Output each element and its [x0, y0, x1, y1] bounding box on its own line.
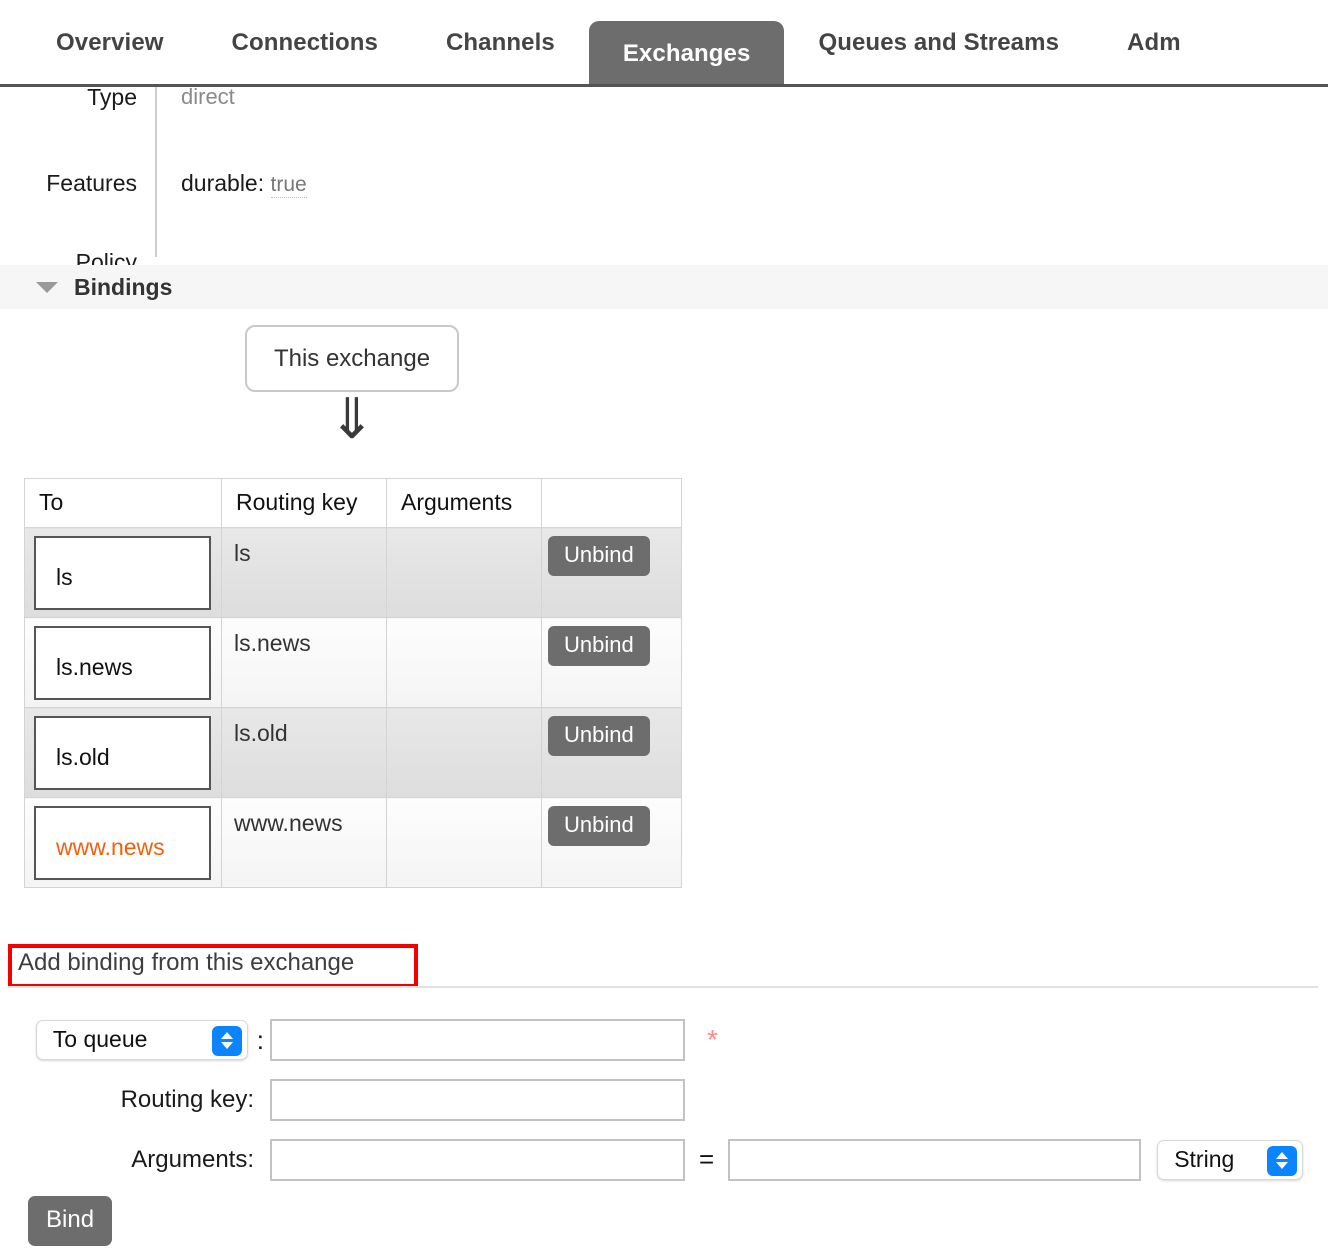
chevron-updown-icon[interactable] — [1267, 1145, 1298, 1176]
routing-key-label: Routing key: — [120, 1085, 254, 1113]
add-binding-form: To queue : * Routing key: Arguments: = S… — [0, 1012, 1328, 1192]
binding-routing-key-cell: ls.old — [221, 707, 387, 798]
destination-type-select[interactable]: To queue — [35, 1019, 248, 1060]
form-row-arguments: Arguments: = String — [0, 1132, 1328, 1187]
binding-routing-key-cell: ls.news — [221, 617, 387, 708]
binding-arguments-cell — [386, 707, 542, 798]
tab-queues-and-streams-label: Queues and Streams — [818, 29, 1060, 56]
bind-button[interactable]: Bind — [28, 1196, 113, 1247]
queue-link-ls-news[interactable]: ls.news — [34, 626, 211, 700]
tab-connections-label: Connections — [231, 29, 378, 56]
argument-value-input[interactable] — [728, 1138, 1142, 1181]
double-down-arrow-icon: ⇓ — [328, 387, 376, 452]
column-header-action — [541, 478, 682, 528]
argument-key-input[interactable] — [270, 1138, 685, 1181]
binding-action-cell: Unbind — [541, 527, 682, 618]
table-row: ls.old ls.old Unbind — [24, 707, 682, 798]
detail-label-features: Features — [46, 170, 137, 196]
triangle-down-icon[interactable] — [36, 281, 58, 293]
bindings-table: To Routing key Arguments ls ls Unbind ls… — [24, 478, 682, 888]
table-row: www.news www.news Unbind — [24, 797, 682, 888]
table-row: ls ls Unbind — [24, 527, 682, 618]
bindings-table-head: To Routing key Arguments — [24, 478, 682, 528]
tab-channels-label: Channels — [445, 29, 555, 56]
tab-channels[interactable]: Channels — [412, 0, 589, 86]
binding-action-cell: Unbind — [541, 707, 682, 798]
this-exchange-node: This exchange — [245, 325, 459, 392]
column-header-arguments: Arguments — [386, 478, 542, 528]
destination-colon: : — [256, 1024, 264, 1055]
routing-key-input[interactable] — [270, 1078, 685, 1121]
detail-value-policy — [155, 197, 1328, 257]
binding-routing-key-cell: www.news — [221, 797, 387, 888]
top-navigation-bar: Overview Connections Channels Exchanges … — [0, 0, 1328, 87]
tab-connections[interactable]: Connections — [198, 0, 412, 86]
tab-admin[interactable]: Adm — [1093, 0, 1215, 86]
this-exchange-label: This exchange — [273, 344, 431, 372]
binding-arguments-cell — [386, 617, 542, 708]
required-asterisk: * — [707, 1023, 718, 1055]
binding-destination-cell: ls.news — [24, 617, 222, 708]
tab-exchanges[interactable]: Exchanges — [588, 21, 785, 86]
feature-value-durable: true — [270, 173, 307, 198]
binding-action-cell: Unbind — [541, 797, 682, 888]
bindings-section-header[interactable]: Bindings — [0, 265, 1328, 309]
argument-type-select[interactable]: String — [1157, 1139, 1304, 1180]
navbar-bottom-rule — [0, 84, 1328, 87]
bindings-table-body: ls ls Unbind ls.news ls.news Unbind ls.o… — [24, 527, 682, 888]
binding-routing-key-cell: ls — [221, 527, 387, 618]
destination-input[interactable] — [270, 1018, 685, 1061]
feature-key-durable: durable: — [181, 170, 265, 196]
bindings-section-title: Bindings — [74, 273, 173, 300]
tab-queues-and-streams[interactable]: Queues and Streams — [784, 0, 1093, 86]
chevron-updown-icon[interactable] — [211, 1025, 242, 1056]
nav-tab-list: Overview Connections Channels Exchanges … — [0, 0, 1215, 86]
tab-admin-label: Adm — [1127, 29, 1181, 56]
binding-destination-cell: www.news — [24, 797, 222, 888]
equals-sign: = — [699, 1144, 715, 1174]
destination-type-select-value: To queue — [52, 1026, 148, 1052]
bindings-table-header-row: To Routing key Arguments — [24, 478, 682, 528]
add-binding-heading-rule — [8, 986, 1318, 988]
arguments-label: Arguments: — [131, 1145, 254, 1173]
tab-overview[interactable]: Overview — [22, 0, 198, 86]
tab-exchanges-label: Exchanges — [622, 39, 751, 67]
unbind-button[interactable]: Unbind — [548, 716, 650, 757]
queue-link-ls-old[interactable]: ls.old — [34, 716, 211, 790]
binding-arguments-cell — [386, 797, 542, 888]
binding-action-cell: Unbind — [541, 617, 682, 708]
form-row-destination: To queue : * — [0, 1012, 1328, 1067]
queue-link-ls[interactable]: ls — [34, 536, 211, 610]
binding-destination-cell: ls.old — [24, 707, 222, 798]
table-row: ls.news ls.news Unbind — [24, 617, 682, 708]
destination-type-label-group: To queue : — [0, 1019, 270, 1060]
detail-value-features: durable: true — [155, 118, 1328, 198]
binding-destination-cell: ls — [24, 527, 222, 618]
add-binding-heading: Add binding from this exchange — [18, 949, 355, 976]
unbind-button[interactable]: Unbind — [548, 626, 650, 667]
detail-row-features: Features durable: true — [0, 118, 1328, 198]
column-header-to: To — [24, 478, 222, 528]
argument-type-select-value: String — [1174, 1146, 1235, 1172]
exchange-detail-table: Type direct Features durable: true Polic… — [0, 78, 1328, 276]
tab-overview-label: Overview — [56, 29, 164, 56]
unbind-button[interactable]: Unbind — [548, 536, 650, 577]
binding-arguments-cell — [386, 527, 542, 618]
unbind-button[interactable]: Unbind — [548, 806, 650, 847]
form-row-routing-key: Routing key: — [0, 1072, 1328, 1127]
column-header-routing-key: Routing key — [221, 478, 387, 528]
queue-link-www-news[interactable]: www.news — [34, 806, 211, 880]
